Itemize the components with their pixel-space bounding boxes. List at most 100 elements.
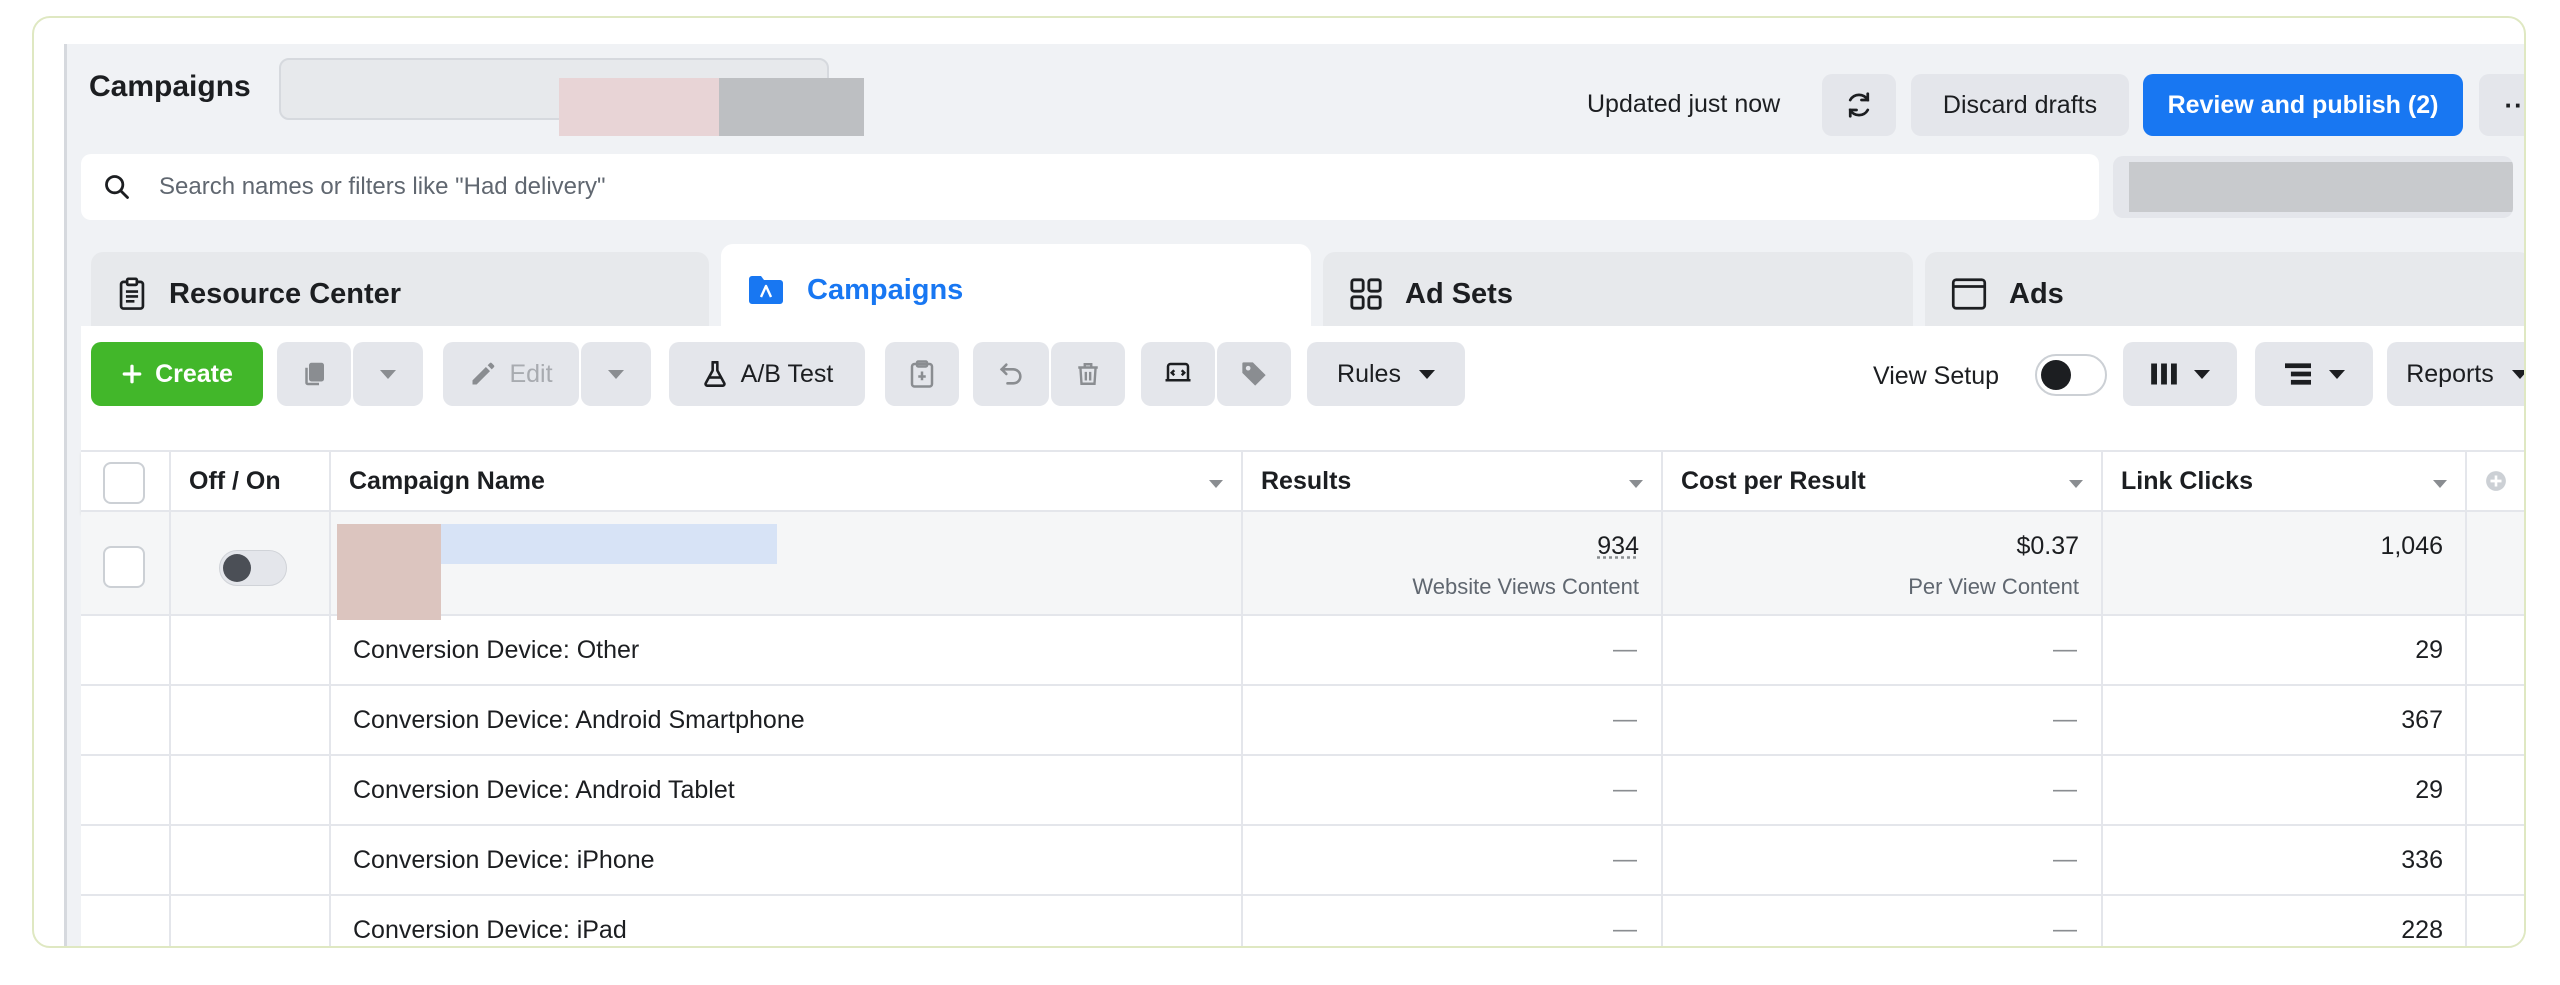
view-setup-toggle[interactable] [2035, 354, 2107, 396]
breakdown-name-cell: Conversion Device: iPad [331, 896, 1243, 946]
link-clicks-value: 29 [2415, 776, 2443, 804]
results-cell: — [1243, 826, 1663, 894]
tab-label: Ads [2009, 277, 2064, 310]
row-checkbox[interactable] [103, 546, 145, 588]
delete-button[interactable] [1051, 342, 1125, 406]
undo-icon [999, 363, 1022, 385]
clipboard-icon [117, 277, 147, 311]
flask-icon [703, 361, 726, 387]
empty-cell [81, 616, 171, 684]
empty-cell [81, 896, 171, 946]
cost-per-result-cell: — [1663, 756, 2103, 824]
results-value: — [1613, 846, 1637, 873]
tab-ad-sets[interactable]: Ad Sets [1323, 252, 1913, 336]
table-header: Off / On Campaign Name Results Cost per … [81, 450, 2524, 512]
results-cell: — [1243, 756, 1663, 824]
chevron-down-icon [380, 369, 396, 379]
table-row: Conversion Device: iPad — — 228 [81, 896, 2524, 946]
select-all-cell [81, 452, 171, 510]
tag-icon [1242, 362, 1266, 386]
redacted-campaign-name[interactable] [441, 524, 777, 564]
table-row[interactable]: 934 Website Views Content $0.37 Per View… [81, 512, 2524, 620]
sort-icon[interactable] [2433, 480, 2447, 488]
duplicate-dropdown-button[interactable] [353, 342, 423, 406]
tab-resource-center[interactable]: Resource Center [91, 252, 709, 336]
empty-cell [171, 616, 331, 684]
duplicate-button[interactable] [277, 342, 351, 406]
create-button[interactable]: Create [91, 342, 263, 406]
sort-icon[interactable] [1209, 480, 1223, 488]
chevron-down-icon [1418, 369, 1435, 379]
cost-value: — [2053, 636, 2077, 663]
reports-button[interactable]: Reports [2387, 342, 2524, 406]
column-header-cost-per-result[interactable]: Cost per Result [1663, 452, 2103, 510]
rules-button[interactable]: Rules [1307, 342, 1465, 406]
breakdown-name-cell: Conversion Device: Android Smartphone [331, 686, 1243, 754]
tab-campaigns[interactable]: Campaigns [721, 244, 1311, 336]
breakdown-button[interactable] [2255, 342, 2373, 406]
columns-button[interactable] [2123, 342, 2237, 406]
updated-status: Updated just now [1587, 90, 1781, 118]
chevron-down-icon [2329, 369, 2345, 379]
breakdown-name: Conversion Device: Android Smartphone [353, 706, 805, 734]
sort-icon[interactable] [2069, 480, 2083, 488]
results-cell: — [1243, 616, 1663, 684]
add-column-cell[interactable] [2467, 452, 2524, 510]
compare-button[interactable] [1141, 342, 1215, 406]
trash-icon [1078, 363, 1098, 385]
review-and-publish-button[interactable]: Review and publish (2) [2143, 74, 2463, 136]
discard-drafts-button[interactable]: Discard drafts [1911, 74, 2129, 136]
results-value[interactable]: 934 [1597, 532, 1639, 561]
link-clicks-value: 228 [2401, 916, 2443, 944]
results-value: — [1613, 636, 1637, 663]
redacted-date-range[interactable] [2113, 156, 2513, 218]
search-input[interactable] [159, 173, 1959, 201]
edit-dropdown-button[interactable] [581, 342, 651, 406]
compare-icon [1165, 362, 1191, 382]
results-cell: 934 Website Views Content [1243, 512, 1663, 614]
table-row: Conversion Device: Android Smartphone — … [81, 686, 2524, 756]
delivery-toggle[interactable] [219, 550, 287, 586]
breakdown-name: Conversion Device: Other [353, 636, 640, 664]
cost-value: — [2053, 776, 2077, 803]
tab-ads[interactable]: Ads [1925, 252, 2524, 336]
row-select-cell [81, 512, 171, 614]
column-header-off-on[interactable]: Off / On [171, 452, 331, 510]
results-cell: — [1243, 896, 1663, 946]
column-header-results[interactable]: Results [1243, 452, 1663, 510]
cost-per-result-cell: — [1663, 616, 2103, 684]
column-header-link-clicks[interactable]: Link Clicks [2103, 452, 2467, 510]
search-bar[interactable] [81, 154, 2099, 220]
breakdown-name-cell: Conversion Device: iPhone [331, 826, 1243, 894]
redacted-account-id [719, 78, 864, 136]
link-clicks-cell: 228 [2103, 896, 2467, 946]
campaign-folder-icon [747, 274, 785, 306]
ab-test-button[interactable]: A/B Test [669, 342, 865, 406]
table-row: Conversion Device: Other — — 29 [81, 616, 2524, 686]
table-row: Conversion Device: Android Tablet — — 29 [81, 756, 2524, 826]
campaigns-panel: Create Edit A/B Test Rules View Setup Re… [81, 326, 2524, 946]
cost-value: — [2053, 846, 2077, 873]
select-all-checkbox[interactable] [103, 462, 145, 504]
duplicate-icon [305, 362, 324, 386]
undo-button[interactable] [973, 342, 1049, 406]
column-header-campaign-name[interactable]: Campaign Name [331, 452, 1243, 510]
cost-per-result-cell: — [1663, 686, 2103, 754]
sort-icon[interactable] [1629, 480, 1643, 488]
empty-cell [171, 826, 331, 894]
tag-button[interactable] [1217, 342, 1291, 406]
results-value: — [1613, 776, 1637, 803]
tab-label: Ad Sets [1405, 277, 1513, 310]
more-options-button[interactable]: ··· [2479, 74, 2524, 136]
tab-label: Campaigns [807, 273, 964, 306]
campaign-name-cell[interactable] [331, 512, 1243, 620]
refresh-button[interactable] [1822, 74, 1896, 136]
edit-button[interactable]: Edit [443, 342, 579, 406]
breakdown-name: Conversion Device: iPhone [353, 846, 655, 874]
link-clicks-value: 367 [2401, 706, 2443, 734]
cost-per-result-cell: $0.37 Per View Content [1663, 512, 2103, 614]
empty-cell [171, 896, 331, 946]
chevron-down-icon [2194, 369, 2210, 379]
results-value: — [1613, 916, 1637, 943]
paste-button[interactable] [885, 342, 959, 406]
